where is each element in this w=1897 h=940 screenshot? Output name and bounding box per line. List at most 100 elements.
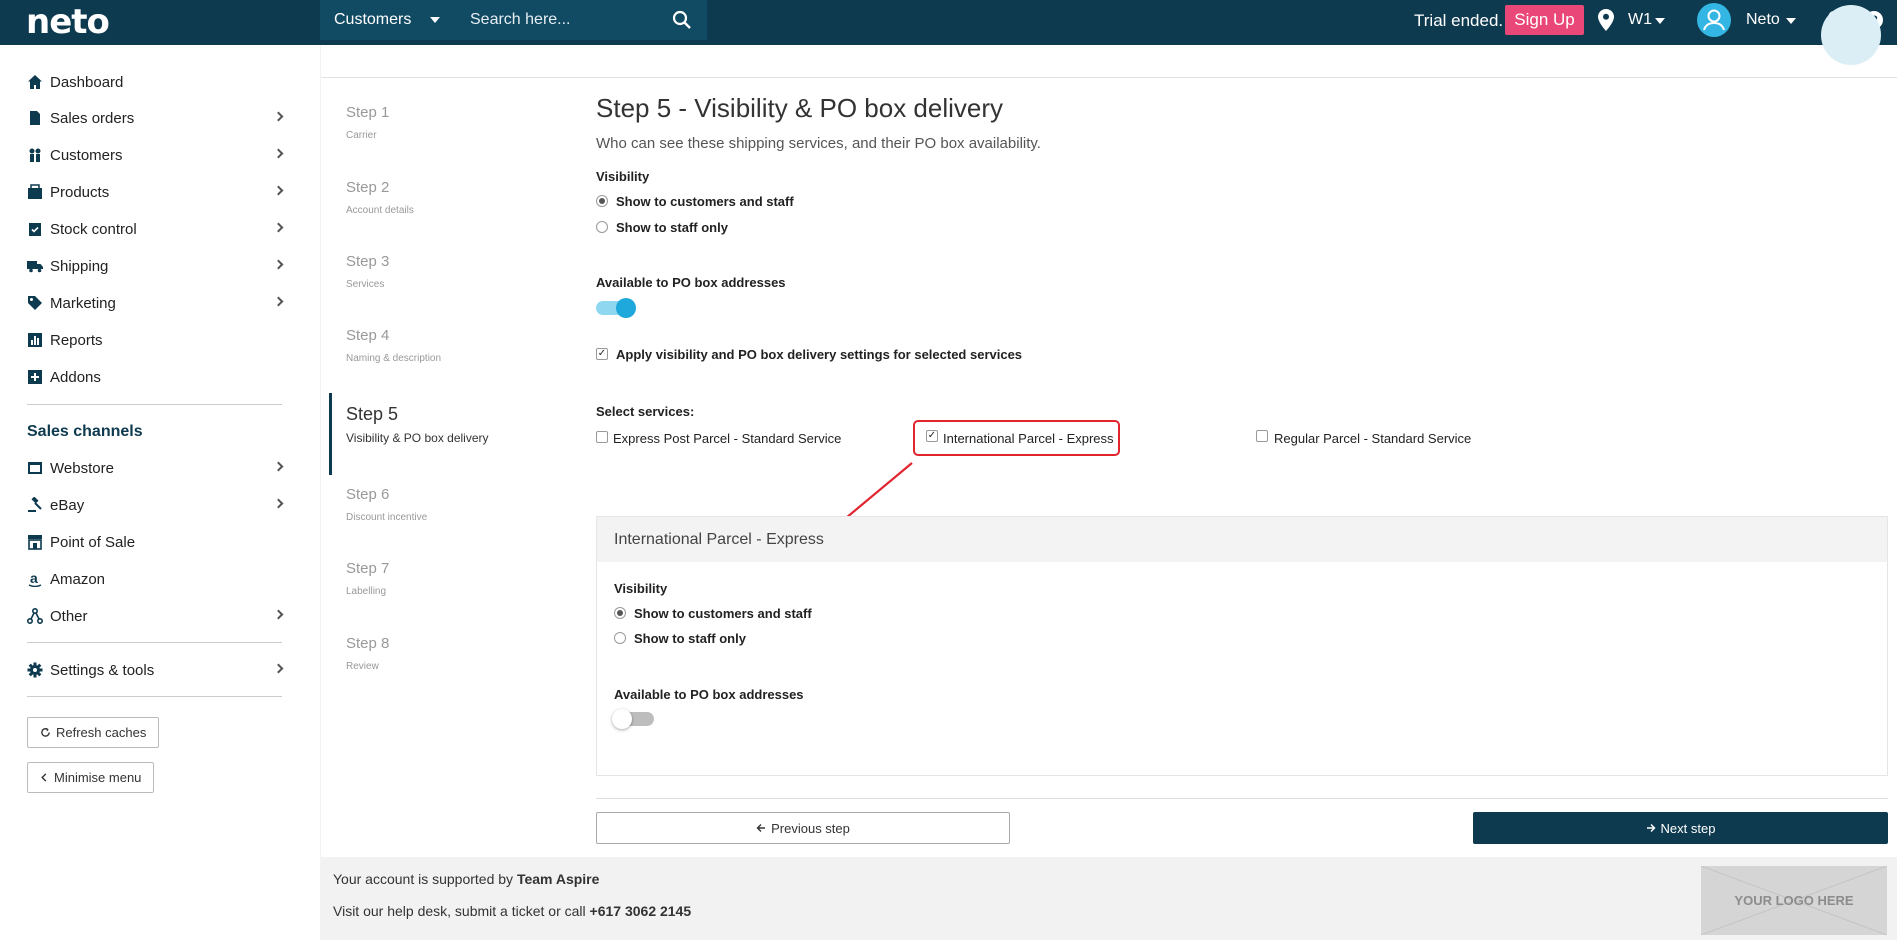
step-subtitle: Review: [346, 661, 379, 672]
user-menu[interactable]: Neto: [1746, 11, 1780, 29]
step-6[interactable]: Step 6 Discount incentive: [346, 486, 427, 523]
chevron-right-icon: [273, 296, 284, 307]
sidebar-item-label: Customers: [50, 146, 123, 164]
location-selector[interactable]: W1: [1628, 11, 1652, 29]
radio-show-customers-staff[interactable]: [614, 607, 626, 619]
step-subtitle: Visibility & PO box delivery: [346, 431, 489, 445]
page-title: Step 5 - Visibility & PO box delivery: [596, 93, 1004, 123]
radio-show-staff-only[interactable]: [614, 632, 626, 644]
service-label: Express Post Parcel - Standard Service: [613, 431, 842, 446]
sidebar-item-dashboard[interactable]: Dashboard: [27, 67, 282, 97]
header-divider: [321, 77, 1897, 78]
search-scope-dropdown[interactable]: Customers: [334, 11, 411, 29]
sidebar-item-label: Other: [50, 607, 88, 625]
support-team: Team Aspire: [516, 871, 600, 887]
sidebar-item-marketing[interactable]: Marketing: [27, 288, 284, 318]
chevron-right-icon: [273, 609, 284, 620]
service-checkbox-regular-parcel[interactable]: [1256, 430, 1268, 442]
sidebar-item-addons[interactable]: Addons: [27, 362, 282, 392]
step-4[interactable]: Step 4 Naming & description: [346, 327, 441, 364]
previous-step-button[interactable]: Previous step: [596, 812, 1010, 844]
sidebar-divider: [27, 642, 282, 643]
support-phone[interactable]: +617 3062 2145: [590, 903, 692, 919]
sidebar-item-other[interactable]: Other: [27, 601, 284, 631]
service-label: Regular Parcel - Standard Service: [1274, 431, 1472, 446]
sidebar-item-settings-tools[interactable]: Settings & tools: [27, 655, 284, 685]
sidebar-item-label: Addons: [50, 368, 101, 386]
po-box-toggle[interactable]: [596, 298, 636, 318]
next-step-button[interactable]: Next step: [1473, 812, 1888, 844]
step-title: Step 3: [346, 253, 390, 270]
sidebar-item-products[interactable]: Products: [27, 177, 284, 207]
po-box-toggle[interactable]: [612, 709, 654, 729]
step-title: Step 6: [346, 486, 390, 503]
chevron-down-icon[interactable]: [1655, 18, 1665, 24]
chevron-right-icon: [273, 111, 284, 122]
products-icon: [28, 184, 42, 199]
plus-square-icon: [28, 370, 42, 384]
toggle-knob: [616, 298, 636, 318]
sidebar-item-label: Settings & tools: [50, 661, 155, 679]
previous-step-label: Previous step: [771, 820, 850, 836]
sign-up-button[interactable]: Sign Up: [1505, 5, 1584, 35]
toggle-knob: [612, 709, 632, 729]
sales-channels-heading: Sales channels: [27, 423, 143, 440]
chevron-right-icon: [273, 663, 284, 674]
radio-show-staff-only[interactable]: [596, 221, 608, 233]
po-box-label: Available to PO box addresses: [614, 687, 804, 702]
step-7[interactable]: Step 7 Labelling: [346, 560, 389, 597]
radio-show-customers-staff[interactable]: [596, 195, 608, 207]
neto-logo[interactable]: neto: [26, 2, 110, 42]
location-pin-icon[interactable]: [1598, 9, 1614, 31]
user-icon: [1703, 9, 1725, 31]
arrow-left-icon: [756, 824, 766, 832]
step-2[interactable]: Step 2 Account details: [346, 179, 414, 216]
refresh-caches-button[interactable]: Refresh caches: [27, 717, 160, 748]
sidebar-item-webstore[interactable]: Webstore: [27, 453, 284, 483]
support-prefix: Your account is supported by: [333, 871, 517, 887]
step-title: Step 4: [346, 327, 390, 344]
sidebar-item-point-of-sale[interactable]: Point of Sale: [27, 527, 282, 557]
step-title: Step 2: [346, 179, 390, 196]
radio-label: Show to customers and staff: [616, 194, 794, 209]
clipboard-check-icon: [29, 223, 41, 236]
active-step-indicator: [329, 393, 332, 475]
chevron-down-icon[interactable]: [430, 17, 440, 23]
minimise-menu-button[interactable]: Minimise menu: [27, 762, 155, 793]
sidebar-item-label: eBay: [50, 496, 85, 514]
step-title: Step 8: [346, 635, 390, 652]
sidebar-item-sales-orders[interactable]: Sales orders: [27, 103, 284, 133]
sidebar-item-reports[interactable]: Reports: [27, 325, 282, 355]
service-checkbox-express-post[interactable]: [596, 431, 608, 443]
chevron-right-icon: [273, 222, 284, 233]
chevron-right-icon: [273, 259, 284, 270]
step-8[interactable]: Step 8 Review: [346, 635, 389, 672]
visibility-label: Visibility: [596, 169, 650, 184]
sidebar-divider: [27, 696, 282, 697]
search-icon[interactable]: [672, 10, 692, 30]
apply-settings-checkbox[interactable]: ✓: [596, 348, 608, 360]
svg-text:a: a: [30, 571, 38, 586]
search-input[interactable]: [470, 8, 660, 32]
chevron-right-icon: [273, 498, 284, 509]
search-bar: Customers: [320, 0, 707, 40]
user-avatar[interactable]: [1697, 3, 1731, 37]
step-1[interactable]: Step 1 Carrier: [346, 104, 389, 141]
gavel-icon: [28, 497, 42, 512]
sidebar-item-ebay[interactable]: eBay: [27, 490, 284, 520]
corner-decoration: [1821, 5, 1881, 65]
step-3[interactable]: Step 3 Services: [346, 253, 389, 290]
sidebar-item-label: Reports: [50, 331, 103, 349]
amazon-icon: a: [28, 571, 42, 587]
step-subtitle: Naming & description: [346, 353, 442, 364]
webstore-icon: [28, 462, 42, 474]
sidebar-item-customers[interactable]: Customers: [27, 140, 284, 170]
step-5[interactable]: Step 5 Visibility & PO box delivery: [346, 404, 489, 445]
chart-icon: [28, 333, 42, 347]
footer-divider: [596, 798, 1888, 799]
sidebar-item-amazon[interactable]: a Amazon: [27, 564, 282, 594]
chevron-down-icon[interactable]: [1786, 18, 1796, 24]
sidebar-item-stock-control[interactable]: Stock control: [27, 214, 284, 244]
sidebar-item-shipping[interactable]: Shipping: [27, 251, 284, 281]
radio-label: Show to customers and staff: [634, 606, 812, 621]
